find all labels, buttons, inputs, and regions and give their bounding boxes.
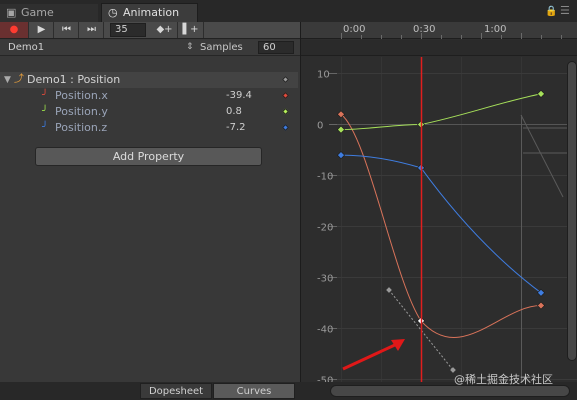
property-group-header[interactable]: ▼ ⤴ Demo1 : Position <box>0 72 298 88</box>
add-keyframe-button[interactable]: ◆+ <box>152 22 178 38</box>
keyframe-point[interactable] <box>537 301 545 310</box>
prev-keyframe-icon: ⏮ <box>62 24 71 35</box>
add-event-icon: ▌+ <box>182 24 199 35</box>
keyframe-diamond-icon[interactable] <box>281 107 290 116</box>
y-axis-label: -30 <box>317 274 333 285</box>
y-axis-label: 0 <box>317 121 323 132</box>
y-axis-label: -20 <box>317 223 333 234</box>
curve-plot-area[interactable]: 100-10-20-30-40-50 <box>301 57 577 382</box>
ruler-ticks: 0:00 0:30 1:00 <box>341 24 562 39</box>
property-group-title: Demo1 : Position <box>27 73 121 86</box>
vertical-scrollbar[interactable] <box>567 61 577 361</box>
add-property-button[interactable]: Add Property <box>35 147 262 166</box>
curve-icon: ╯ <box>42 122 49 133</box>
event-track[interactable] <box>301 40 577 56</box>
curve-icon: ╯ <box>42 106 49 117</box>
keyframe-diamond-icon[interactable] <box>281 91 290 100</box>
prev-keyframe-button[interactable]: ⏮ <box>55 22 79 38</box>
play-icon: ▶ <box>37 24 46 35</box>
record-icon: ● <box>9 24 19 35</box>
dropdown-arrow-icon: ⇕ <box>186 42 194 52</box>
animation-toolbar: ● ▶ ⏮ ⏭ 35 ◆+ ▌+ <box>0 22 300 39</box>
property-name: Position.z <box>55 121 108 134</box>
next-keyframe-button[interactable]: ⏭ <box>80 22 104 38</box>
record-button[interactable]: ● <box>0 22 29 38</box>
tab-animation-label: Animation <box>123 6 180 19</box>
ruler-label: 1:00 <box>484 24 506 35</box>
game-pad-icon: ▣ <box>6 6 17 19</box>
horizontal-grid <box>329 73 577 380</box>
curve-x[interactable] <box>340 113 542 338</box>
y-axis-label: -40 <box>317 325 333 336</box>
time-ruler[interactable]: 0:00 0:30 1:00 <box>301 22 577 39</box>
clock-icon: ◷ <box>108 6 118 19</box>
next-keyframe-icon: ⏭ <box>87 24 96 35</box>
property-list: ▼ ⤴ Demo1 : Position ╯ Position.x -39.4 … <box>0 56 300 381</box>
context-menu-icon[interactable]: ☰ <box>560 4 570 17</box>
curve-editor[interactable]: 0:00 0:30 1:00 10 0 -10 -20 -30 -40 -50 <box>300 22 577 382</box>
annotation-arrow-icon <box>342 339 405 371</box>
property-value[interactable]: 0.8 <box>226 104 242 120</box>
curve-icon: ╯ <box>42 90 49 101</box>
samples-label: Samples <box>200 42 243 53</box>
keyframe-diamond-icon[interactable] <box>281 75 290 84</box>
property-row-y[interactable]: ╯ Position.y 0.8 <box>0 104 298 120</box>
clip-dropdown[interactable]: Demo1 <box>0 40 195 55</box>
tab-curves[interactable]: Curves <box>213 383 295 399</box>
transform-icon: ⤴ <box>14 74 24 85</box>
keyframe-point[interactable] <box>337 151 345 160</box>
keyframe-diamond-icon[interactable] <box>281 123 290 132</box>
samples-field[interactable]: 60 <box>258 41 294 54</box>
property-name: Position.y <box>55 105 108 118</box>
tab-animation[interactable]: ◷ Animation <box>101 3 198 22</box>
watermark: @稀土掘金技术社区 <box>454 373 553 386</box>
keyframe-point[interactable] <box>537 89 545 98</box>
y-axis-labels: 100-10-20-30-40-50 <box>317 70 333 383</box>
tab-game-label: Game <box>21 6 54 19</box>
clip-row: Demo1 ⇕ Samples 60 <box>0 40 300 56</box>
tab-dopesheet[interactable]: Dopesheet <box>140 383 212 399</box>
tab-game[interactable]: ▣ Game <box>0 4 98 22</box>
property-value[interactable]: -7.2 <box>226 120 246 136</box>
y-axis-label: -10 <box>317 172 333 183</box>
y-axis-label: 10 <box>317 70 330 81</box>
ruler-label: 0:00 <box>343 24 365 35</box>
property-row-z[interactable]: ╯ Position.z -7.2 <box>0 120 298 136</box>
keyframe-point[interactable] <box>337 125 345 134</box>
lock-icon[interactable]: 🔒 <box>545 6 557 17</box>
add-keyframe-icon: ◆+ <box>156 24 173 35</box>
property-name: Position.x <box>55 89 108 102</box>
frame-field[interactable]: 35 <box>110 23 146 37</box>
foldout-arrow-icon[interactable]: ▼ <box>4 72 11 88</box>
animation-curves <box>337 89 545 338</box>
play-button[interactable]: ▶ <box>30 22 54 38</box>
add-event-button[interactable]: ▌+ <box>178 22 204 38</box>
property-row-x[interactable]: ╯ Position.x -39.4 <box>0 88 298 104</box>
editor-tab-bar: ▣ Game ◷ Animation 🔒 ☰ <box>0 0 577 22</box>
property-value[interactable]: -39.4 <box>226 88 252 104</box>
ruler-label: 0:30 <box>413 24 435 35</box>
